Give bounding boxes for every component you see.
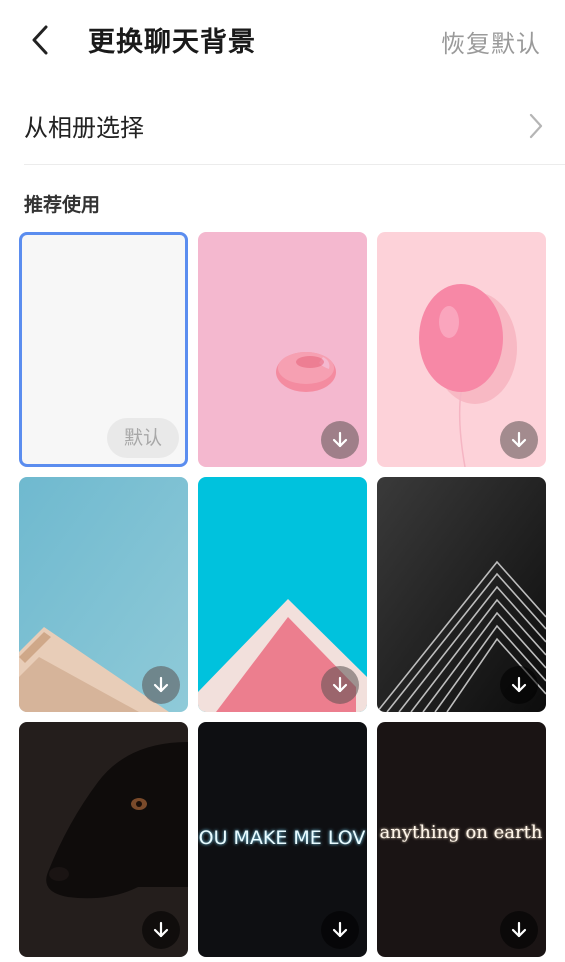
download-button[interactable] [500,911,538,949]
download-arrow-icon [511,431,527,448]
neon-earth-text: anything on earth [380,822,543,843]
download-arrow-icon [511,921,527,938]
back-arrow-icon[interactable] [24,22,60,58]
wallpaper-tile-sky-building[interactable] [19,477,188,712]
download-arrow-icon [153,921,169,938]
wallpaper-tile-black-dog[interactable] [19,722,188,957]
download-button[interactable] [321,911,359,949]
download-button[interactable] [500,666,538,704]
wallpaper-tile-pink-balloon[interactable] [377,232,546,467]
download-arrow-icon [511,676,527,693]
choose-from-album-row[interactable]: 从相册选择 [24,92,565,165]
download-arrow-icon [332,431,348,448]
neon-love-text-core: OU MAKE ME LOV [199,827,366,849]
download-button[interactable] [142,666,180,704]
default-badge: 默认 [107,418,179,458]
download-button[interactable] [321,666,359,704]
wallpaper-tile-dark-lines[interactable] [377,477,546,712]
album-label: 从相册选择 [24,114,144,142]
wallpaper-grid: 默认 OU MAKE ME LOV OU MAKE ME LOV anythin… [19,232,549,958]
download-arrow-icon [332,676,348,693]
chevron-right-icon [529,113,543,139]
wallpaper-tile-neon-love[interactable]: OU MAKE ME LOV OU MAKE ME LOV [198,722,367,957]
wallpaper-tile-neon-earth[interactable]: anything on earth anything on earth [377,722,546,957]
header-bar: 更换聊天背景 恢复默认 [0,0,565,80]
section-title-recommended: 推荐使用 [24,194,101,216]
download-button[interactable] [500,421,538,459]
wallpaper-tile-cyan-roof[interactable] [198,477,367,712]
wallpaper-tile-pink-macaron[interactable] [198,232,367,467]
restore-default-button[interactable]: 恢复默认 [441,24,541,59]
page-title: 更换聊天背景 [88,27,256,58]
download-arrow-icon [153,676,169,693]
download-button[interactable] [142,911,180,949]
download-button[interactable] [321,421,359,459]
download-arrow-icon [332,921,348,938]
wallpaper-tile-default[interactable]: 默认 [19,232,188,467]
